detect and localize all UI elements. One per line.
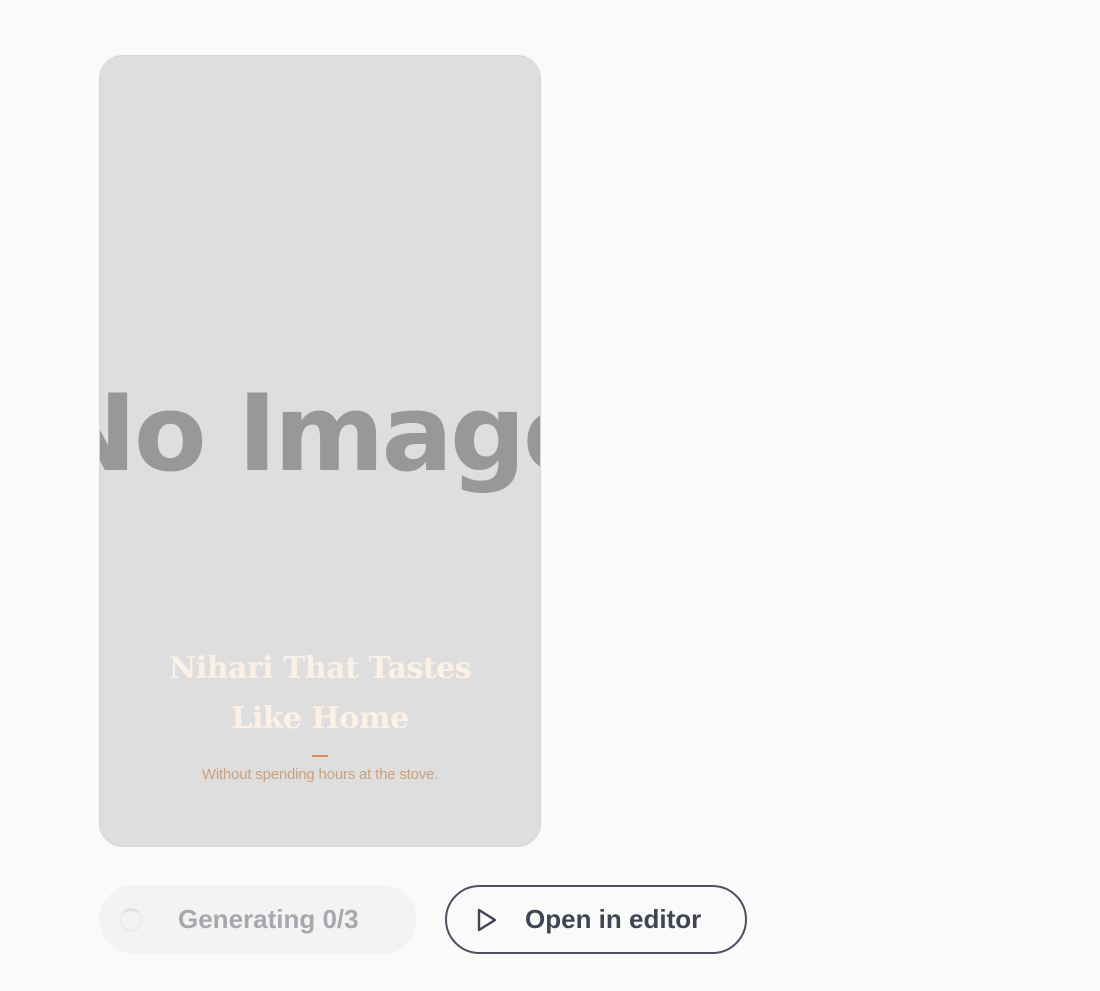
loading-spinner-icon	[119, 907, 143, 932]
page-canvas: No Image Nihari That Tastes Like Home Wi…	[0, 0, 1100, 991]
open-in-editor-label: Open in editor	[525, 904, 702, 934]
preview-text-overlay: Nihari That Tastes Like Home Without spe…	[100, 644, 540, 783]
story-preview-card[interactable]: No Image Nihari That Tastes Like Home Wi…	[99, 55, 541, 847]
no-image-placeholder: No Image	[100, 372, 540, 495]
generating-status-pill: Generating 0/3	[99, 885, 417, 954]
title-accent-divider	[312, 755, 328, 757]
generating-status-label: Generating 0/3	[178, 904, 359, 934]
play-icon	[477, 908, 497, 931]
open-in-editor-button[interactable]: Open in editor	[445, 885, 747, 954]
preview-title: Nihari That Tastes Like Home	[168, 651, 472, 736]
preview-subtitle: Without spending hours at the stove.	[201, 765, 439, 783]
